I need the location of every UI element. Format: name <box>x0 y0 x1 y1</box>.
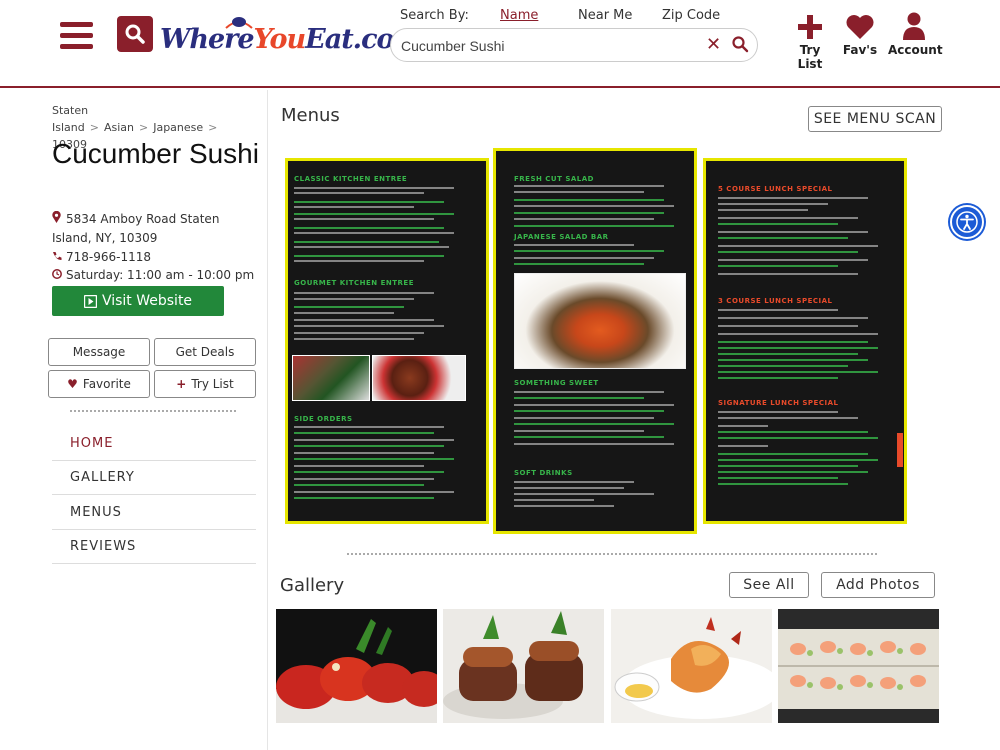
message-button[interactable]: Message <box>48 338 150 366</box>
gallery-photo[interactable] <box>276 609 437 723</box>
gallery-photo[interactable] <box>611 609 772 723</box>
user-icon <box>903 12 925 40</box>
menu-heading: SIGNATURE LUNCH SPECIAL <box>718 399 839 407</box>
menu-photo <box>372 355 466 401</box>
site-logo[interactable]: WhereYouEat.com <box>160 14 422 64</box>
restaurant-name: Cucumber Sushi <box>52 138 259 169</box>
divider <box>347 553 877 555</box>
visit-website-button[interactable]: Visit Website <box>52 286 224 316</box>
breadcrumb-item[interactable]: Asian <box>104 121 134 134</box>
accessibility-icon[interactable] <box>950 205 984 239</box>
menu-heading: SIDE ORDERS <box>294 415 353 423</box>
search-by-label: Search By: <box>400 8 469 23</box>
menu-photo <box>514 273 686 369</box>
breadcrumb-item[interactable]: Japanese <box>153 121 203 134</box>
search-option-name[interactable]: Name <box>500 8 538 23</box>
clock-icon <box>52 266 66 285</box>
search-box: ✕ <box>390 28 758 62</box>
search-icon[interactable] <box>731 35 751 55</box>
main-content: Menus SEE MENU SCAN CLASSIC KITCHEN ENTR… <box>269 90 1000 750</box>
nav-item-gallery[interactable]: GALLERY <box>52 461 256 495</box>
menu-page-3[interactable]: 5 COURSE LUNCH SPECIAL 3 COURSE LUNCH SP… <box>703 158 907 524</box>
plus-icon: + <box>176 377 187 391</box>
breadcrumb-item[interactable]: Staten Island <box>52 104 88 134</box>
menu-page-1[interactable]: CLASSIC KITCHEN ENTREE GOURMET KITCHEN E… <box>285 158 489 524</box>
gallery-photo[interactable] <box>778 609 939 723</box>
gallery-title: Gallery <box>280 575 345 596</box>
logo-search-icon[interactable] <box>117 16 153 52</box>
menu-heading: JAPANESE SALAD BAR <box>514 233 609 241</box>
menu-heading: GOURMET KITCHEN ENTREE <box>294 279 414 287</box>
search-option-zip-code[interactable]: Zip Code <box>662 8 720 23</box>
clear-search-icon[interactable]: ✕ <box>706 34 722 56</box>
map-pin-icon <box>52 210 66 229</box>
search-input[interactable] <box>401 34 701 58</box>
nav-item-menus[interactable]: MENUS <box>52 496 256 530</box>
get-deals-button[interactable]: Get Deals <box>154 338 256 366</box>
menu-heading: FRESH CUT SALAD <box>514 175 594 183</box>
hamburger-menu-icon[interactable] <box>60 22 93 50</box>
play-icon <box>83 294 97 308</box>
menu-heading: 3 COURSE LUNCH SPECIAL <box>718 297 833 305</box>
hours: Saturday: 11:00 am - 10:00 pm <box>52 266 254 285</box>
menu-heading: SOFT DRINKS <box>514 469 573 477</box>
favs-button[interactable]: Fav's <box>842 12 878 57</box>
nav-item-reviews[interactable]: REVIEWS <box>52 530 256 564</box>
menu-photo <box>292 355 370 401</box>
phone-icon <box>52 248 66 267</box>
add-photos-button[interactable]: Add Photos <box>821 572 935 598</box>
try-list-button[interactable]: Try List <box>788 12 832 71</box>
menus-title: Menus <box>281 105 340 126</box>
menu-heading: 5 COURSE LUNCH SPECIAL <box>718 185 833 193</box>
restaurant-sidebar: Staten Island > Asian > Japanese >10309 Cucum… <box>0 90 268 750</box>
address: 5834 Amboy Road Staten Island, NY, 10309 <box>52 210 220 245</box>
divider <box>70 410 236 412</box>
menu-heading: SOMETHING SWEET <box>514 379 599 387</box>
site-header: WhereYouEat.com Search By: Name Near Me … <box>0 0 1000 88</box>
see-menu-scan-button[interactable]: SEE MENU SCAN <box>808 106 942 132</box>
see-all-button[interactable]: See All <box>729 572 809 598</box>
heart-icon <box>846 15 874 40</box>
menu-page-2[interactable]: FRESH CUT SALAD JAPANESE SALAD BAR SOMET… <box>493 148 697 534</box>
search-option-near-me[interactable]: Near Me <box>578 8 632 23</box>
phone[interactable]: 718-966-1118 <box>52 248 151 267</box>
favorite-button[interactable]: ♥ Favorite <box>48 370 150 398</box>
try-list-sidebar-button[interactable]: + Try List <box>154 370 256 398</box>
account-button[interactable]: Account <box>888 12 943 57</box>
heart-icon: ♥ <box>67 377 78 391</box>
nav-item-home[interactable]: HOME <box>52 427 256 461</box>
menu-heading: CLASSIC KITCHEN ENTREE <box>294 175 408 183</box>
plus-icon <box>798 15 822 39</box>
gallery-photo[interactable] <box>443 609 604 723</box>
